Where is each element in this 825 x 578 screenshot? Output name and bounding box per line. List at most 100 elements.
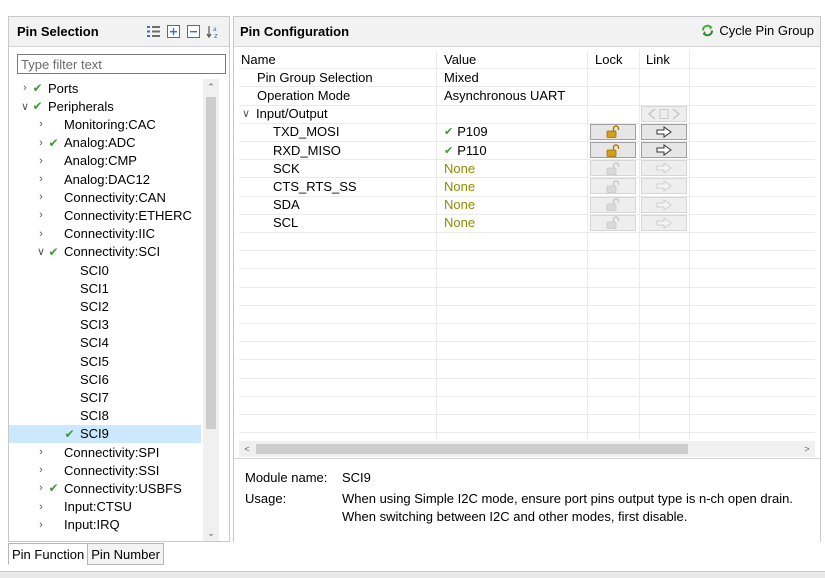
expand-all-icon[interactable] (166, 24, 181, 39)
tree-item-label: SCI3 (80, 317, 109, 333)
check-icon: ✔ (64, 426, 75, 441)
config-value-cell[interactable]: None (444, 196, 475, 214)
chevron-right-icon[interactable]: › (35, 482, 47, 494)
scrollbar-thumb[interactable] (206, 97, 216, 429)
config-name-cell[interactable]: SCL (273, 214, 298, 232)
tree-item[interactable]: › Analog:CMP (9, 152, 201, 170)
chevron-right-icon[interactable]: › (35, 137, 47, 149)
tree-item[interactable]: › Input:CTSU (9, 498, 201, 516)
tree-item[interactable]: › Connectivity:SSI (9, 461, 201, 479)
tree-item[interactable]: ✔ SCI9 (9, 424, 201, 443)
scrollbar-thumb[interactable] (256, 444, 688, 454)
peripheral-tree: › ✔ Ports ∨ ✔ Peripherals › Monitoring:CAC › ✔ Ana… (9, 79, 201, 543)
table-horizontal-scrollbar[interactable]: < > (239, 441, 815, 457)
config-value-cell[interactable]: Mixed (444, 68, 479, 86)
column-header-lock[interactable]: Lock (595, 50, 622, 68)
scroll-left-icon[interactable]: < (239, 441, 255, 457)
tree-item-label: Analog:DAC12 (64, 171, 150, 187)
tree-item[interactable]: ∨ ✔ Peripherals (9, 97, 201, 115)
tab-pin-function[interactable]: Pin Function (8, 543, 89, 565)
row-divider (239, 213, 815, 215)
tree-item-label: Input:CTSU (64, 499, 132, 515)
column-header-value[interactable]: Value (444, 50, 476, 68)
config-name-cell[interactable]: SCK (273, 159, 300, 177)
tree-item-label: SCI0 (80, 262, 109, 278)
link-arrow-icon[interactable] (641, 123, 687, 140)
link-arrow-icon[interactable] (641, 142, 687, 158)
chevron-right-icon[interactable]: › (35, 191, 47, 203)
config-name-cell[interactable]: Input/Output (256, 105, 328, 123)
tree-item[interactable]: ∨ ✔ Connectivity:SCI (9, 243, 201, 261)
scroll-up-icon[interactable]: ⌃ (203, 79, 219, 95)
module-info-panel: Module name: SCI9 Usage: When using Simp… (234, 458, 820, 542)
flat-list-icon[interactable] (146, 24, 161, 39)
tree-item[interactable]: SCI6 (9, 370, 201, 388)
chevron-right-icon[interactable]: › (35, 209, 47, 221)
config-value-cell[interactable]: None (444, 214, 475, 232)
chevron-right-icon[interactable]: › (35, 464, 47, 476)
chevron-right-icon[interactable]: › (35, 118, 47, 130)
chevron-right-icon[interactable]: › (35, 155, 47, 167)
chevron-right-icon[interactable]: › (35, 519, 47, 531)
tree-item-label: Peripherals (48, 98, 114, 114)
tree-item-label: Connectivity:IIC (64, 226, 156, 242)
config-name-cell[interactable]: RXD_MISO (273, 141, 341, 159)
tree-item[interactable]: SCI0 (9, 261, 201, 279)
config-name-cell[interactable]: TXD_MOSI (273, 123, 339, 141)
chevron-down-icon[interactable]: ∨ (19, 100, 31, 113)
chevron-right-icon[interactable]: › (19, 82, 31, 94)
chevron-down-icon[interactable]: ∨ (35, 245, 47, 258)
tree-item-label: Input:IRQ (64, 517, 120, 533)
column-header-name[interactable]: Name (241, 50, 276, 68)
tree-item-label: Connectivity:SSI (64, 462, 160, 478)
tree-item[interactable]: SCI3 (9, 316, 201, 334)
tree-item[interactable]: › Connectivity:ETHERC (9, 206, 201, 224)
tree-item-label: Connectivity:USBFS (64, 480, 182, 496)
filter-field[interactable] (17, 54, 226, 74)
tree-item[interactable]: › Connectivity:CAN (9, 188, 201, 206)
config-value-text: None (444, 178, 476, 194)
tree-item[interactable]: › Monitoring:CAC (9, 115, 201, 133)
config-value-cell[interactable]: ✔ P110 (444, 141, 487, 159)
collapse-all-icon[interactable] (186, 24, 201, 39)
tree-item-label: SCI2 (80, 298, 109, 314)
tree-item[interactable]: › ✔ Connectivity:USBFS (9, 479, 201, 497)
tree-item[interactable]: SCI2 (9, 297, 201, 315)
tree-item-label: Analog:ADC (64, 135, 136, 151)
config-value-cell[interactable]: None (444, 177, 475, 195)
tree-item[interactable]: › ✔ Ports (9, 79, 201, 97)
tree-item[interactable]: › ✔ Analog:ADC (9, 134, 201, 152)
tree-item-label: Analog:CMP (64, 153, 137, 169)
config-value-cell[interactable]: Asynchronous UART (444, 86, 565, 104)
tree-item[interactable]: SCI8 (9, 407, 201, 425)
lock-icon[interactable] (590, 142, 636, 158)
config-name-cell[interactable]: Operation Mode (257, 86, 350, 104)
config-value-cell[interactable]: None (444, 159, 475, 177)
cycle-pin-group-button[interactable]: Cycle Pin Group (700, 23, 814, 38)
chevron-right-icon[interactable]: › (35, 228, 47, 240)
tree-item[interactable]: › Analog:DAC12 (9, 170, 201, 188)
chevron-right-icon[interactable]: › (35, 173, 47, 185)
chevron-down-icon[interactable]: ∨ (242, 105, 250, 123)
tree-vertical-scrollbar[interactable]: ⌃ ⌄ (203, 79, 219, 541)
config-name-cell[interactable]: SDA (273, 196, 300, 214)
config-name-cell[interactable]: CTS_RTS_SS (273, 177, 357, 195)
tree-item[interactable]: › Input:IRQ (9, 516, 201, 534)
tree-item[interactable]: SCI4 (9, 334, 201, 352)
scroll-down-icon[interactable]: ⌄ (203, 525, 219, 541)
sort-az-icon[interactable]: az (206, 24, 221, 40)
tree-item[interactable]: SCI7 (9, 388, 201, 406)
scroll-right-icon[interactable]: > (799, 441, 815, 457)
tree-item[interactable]: › Connectivity:SPI (9, 443, 201, 461)
tree-item[interactable]: SCI1 (9, 279, 201, 297)
column-header-link[interactable]: Link (646, 50, 670, 68)
tree-item[interactable]: SCI5 (9, 352, 201, 370)
config-name-cell[interactable]: Pin Group Selection (257, 68, 373, 86)
tree-item[interactable]: › Connectivity:IIC (9, 225, 201, 243)
config-value-cell[interactable]: ✔ P109 (444, 123, 488, 141)
chevron-right-icon[interactable]: › (35, 446, 47, 458)
chevron-right-icon[interactable]: › (35, 501, 47, 513)
lock-icon[interactable] (590, 123, 636, 140)
tab-pin-number[interactable]: Pin Number (87, 543, 164, 565)
filter-input[interactable] (21, 56, 225, 72)
